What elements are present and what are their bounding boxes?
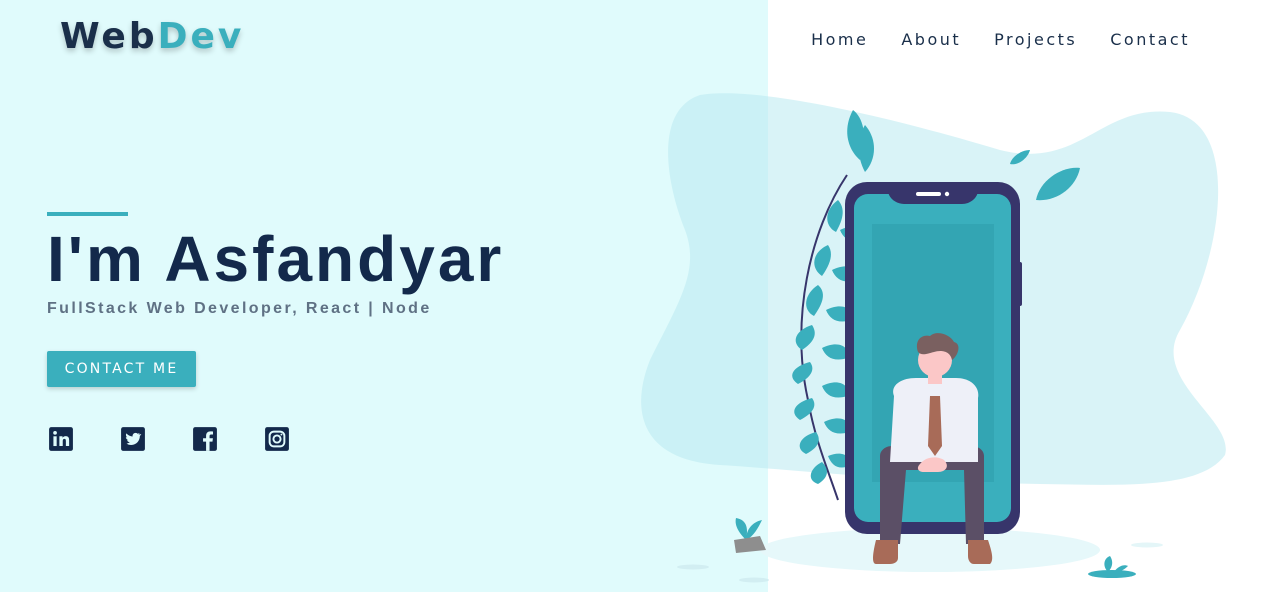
linkedin-icon[interactable] (48, 426, 74, 452)
contact-me-button[interactable]: CONTACT ME (47, 351, 196, 387)
ground-shadow (760, 528, 1100, 572)
twitter-icon[interactable] (120, 426, 146, 452)
logo-text-web: Web (60, 16, 158, 57)
nav-link-about[interactable]: About (901, 30, 961, 49)
heading-accent-line (47, 212, 128, 216)
nav-link-projects[interactable]: Projects (994, 30, 1077, 49)
main-nav: Home About Projects Contact (811, 30, 1190, 49)
developer-phone-illustration (641, 93, 1226, 583)
hero-heading: I'm Asfandyar (47, 223, 505, 295)
hero-subtitle: FullStack Web Developer, React | Node (47, 300, 432, 317)
nav-link-home[interactable]: Home (811, 30, 868, 49)
ground-plant-left (734, 518, 766, 553)
social-links (48, 426, 290, 452)
logo-text-dev: Dev (157, 16, 245, 57)
ground-plant-right (1088, 556, 1136, 578)
instagram-icon[interactable] (264, 426, 290, 452)
facebook-icon[interactable] (192, 426, 218, 452)
nav-link-contact[interactable]: Contact (1110, 30, 1190, 49)
site-logo[interactable]: WebDev (60, 16, 244, 57)
